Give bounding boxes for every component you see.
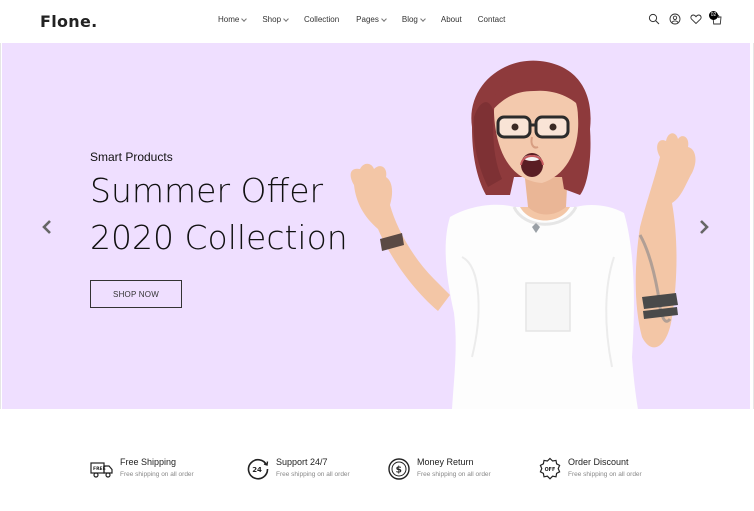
nav-item-shop[interactable]: Shop (262, 15, 289, 24)
hero-title-line-1: Summer Offer (90, 171, 324, 210)
shop-now-button[interactable]: SHOP NOW (90, 280, 182, 308)
feature-support: 24 Support 24/7 Free shipping on all ord… (246, 457, 350, 481)
heart-icon[interactable] (690, 13, 702, 25)
feature-subtitle: Free shipping on all order (120, 471, 194, 478)
nav-item-blog[interactable]: Blog (401, 15, 426, 24)
chevron-down-icon (420, 15, 426, 22)
support-24-icon: 24 (246, 457, 270, 481)
nav-item-collection[interactable]: Collection (304, 15, 339, 24)
nav-item-label: Collection (304, 15, 340, 24)
search-icon[interactable] (648, 13, 660, 25)
slider-prev-arrow-icon[interactable] (40, 219, 54, 235)
hero-model-image (350, 60, 696, 409)
main-nav: Home Shop Collection Pages Blog About Co… (218, 15, 505, 24)
feature-subtitle: Free shipping on all order (417, 471, 491, 478)
feature-title: Support 24/7 (276, 457, 328, 467)
nav-item-about[interactable]: About (441, 15, 462, 24)
nav-item-label: About (440, 15, 462, 24)
nav-item-pages[interactable]: Pages (356, 15, 387, 24)
discount-badge-icon: OFF (538, 457, 562, 481)
feature-title: Free Shipping (120, 457, 177, 467)
nav-item-label: Shop (262, 15, 282, 24)
nav-item-label: Pages (356, 15, 379, 24)
chevron-down-icon (283, 15, 289, 22)
user-icon[interactable] (669, 13, 681, 25)
site-logo[interactable]: Flone. (40, 12, 98, 31)
svg-text:24: 24 (252, 466, 262, 474)
chevron-down-icon (241, 15, 248, 22)
feature-title: Order Discount (568, 457, 629, 467)
delivery-truck-icon: FREE (90, 457, 114, 481)
site-header: Flone. Home Shop Collection Pages Blog A… (0, 0, 754, 43)
feature-title: Money Return (417, 457, 474, 467)
feature-subtitle: Free shipping on all order (276, 471, 350, 478)
feature-free-shipping: FREE Free Shipping Free shipping on all … (90, 457, 194, 481)
nav-item-label: Blog (401, 15, 418, 24)
svg-text:OFF: OFF (545, 467, 556, 473)
hero-slider: Smart Products Summer Offer 2020 Collect… (2, 43, 750, 409)
svg-text:$: $ (396, 466, 402, 476)
nav-item-label: Contact (477, 15, 506, 24)
nav-item-contact[interactable]: Contact (478, 15, 506, 24)
feature-order-discount: OFF Order Discount Free shipping on all … (538, 457, 642, 481)
feature-money-return: $ Money Return Free shipping on all orde… (387, 457, 491, 481)
money-return-icon: $ (387, 457, 411, 481)
svg-text:FREE: FREE (93, 466, 106, 472)
features-bar: FREE Free Shipping Free shipping on all … (0, 409, 754, 511)
hero-title-line-2: 2020 Collection (90, 218, 348, 257)
cart-count-badge: 02 (709, 11, 718, 20)
hero-eyebrow: Smart Products (90, 150, 173, 164)
feature-subtitle: Free shipping on all order (568, 471, 642, 478)
chevron-down-icon (381, 15, 387, 22)
nav-item-label: Home (218, 15, 240, 24)
nav-item-home[interactable]: Home (218, 15, 248, 24)
